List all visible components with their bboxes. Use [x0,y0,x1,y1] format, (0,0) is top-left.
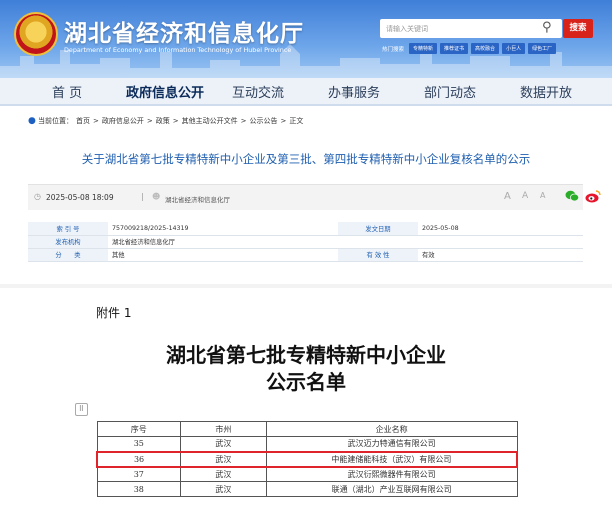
row-company: 中能建储能科技（武汉）有限公司 [265,450,518,468]
row-city: 武汉 [180,436,267,452]
table-row: 38 武汉 联通（湖北）产业互联网有限公司 [96,481,518,497]
breadcrumb-item[interactable]: 政策 [156,116,170,126]
hot-tag[interactable]: 绿色工厂 [528,43,557,54]
location-pin-icon: ● [28,115,36,126]
breadcrumb: ● 当前位置： 首页 > 政府信息公开 > 政策 > 其他主动公开文件 > 公示… [28,116,303,126]
table-handle-icon[interactable]: ⠿ [75,403,88,416]
font-medium-button[interactable]: A [522,191,528,201]
index-label: 索 引 号 [28,222,108,236]
breadcrumb-separator: > [93,117,99,125]
breadcrumb-separator: > [172,117,179,125]
nav-item-gov-info[interactable]: 政府信息公开 [126,82,204,101]
breadcrumb-item[interactable]: 首页 [76,116,90,126]
category-label: 分 类 [28,248,108,262]
user-icon: ☻ [152,192,161,201]
article-title: 关于湖北省第七批专精特新中小企业及第三批、第四批专精特新中小企业复核名单的公示 [81,152,531,166]
row-company: 武汉迈力特通信有限公司 [265,436,518,452]
breadcrumb-separator: > [146,117,153,125]
site-title: 湖北省经济和信息化厅 [64,21,304,47]
document-info-table: 索 引 号 757009218/2025-14319 发文日期 2025-05-… [28,222,583,262]
row-number: 37 [96,466,182,482]
date-label: 发文日期 [338,222,418,236]
breadcrumb-separator: > [280,117,287,125]
attachment-label: 附件 1 [96,306,132,320]
wechat-icon[interactable] [565,190,579,202]
validity-label: 有 效 性 [338,248,418,262]
divider [0,284,612,288]
weibo-icon[interactable] [585,189,601,203]
main-nav: 首 页 政府信息公开 互动交流 办事服务 部门动态 数据开放 [0,78,612,106]
table-row: 37 武汉 武汉衍熙微器件有限公司 [96,466,518,482]
row-number: 36 [96,450,182,468]
document-title: 公示名单 [266,370,346,394]
hot-tag[interactable]: 推荐证书 [440,43,469,54]
nav-item-interaction[interactable]: 互动交流 [232,82,284,101]
enterprise-list-table: 序号 市州 企业名称 35 武汉 武汉迈力特通信有限公司 36 武汉 中能建储能… [96,421,518,497]
column-header: 企业名称 [265,421,518,437]
hot-tag[interactable]: 高校融合 [471,43,500,54]
table-row: 35 武汉 武汉迈力特通信有限公司 [96,436,518,452]
nav-item-services[interactable]: 办事服务 [328,82,380,101]
hot-tag[interactable]: 专精特新 [409,43,438,54]
article-meta-bar: ◷ 2025-05-08 18:09 | ☻ 湖北省经济和信息化厅 A A A [28,184,601,210]
row-company: 联通（湖北）产业互联网有限公司 [265,481,518,497]
nav-item-open-data[interactable]: 数据开放 [520,82,572,101]
search-input[interactable]: 请输入关键词 [380,19,562,38]
date-value: 2025-05-08 [418,222,583,236]
breadcrumb-item[interactable]: 其他主动公开文件 [182,116,238,126]
site-subtitle: Department of Economy and Information Te… [64,46,292,54]
row-number: 38 [96,481,182,497]
table-header-row: 序号 市州 企业名称 [96,421,518,437]
publish-date: 2025-05-08 18:09 [46,193,114,202]
org-value: 湖北省经济和信息化厅 [108,235,583,249]
divider: | [141,192,144,201]
search-icon[interactable]: ⚲ [542,20,558,36]
row-city: 武汉 [180,481,267,497]
hot-tag[interactable]: 小巨人 [502,43,526,54]
font-small-button[interactable]: A [540,191,545,200]
hot-search: 热门搜索 专精特新 推荐证书 高校融合 小巨人 绿色工厂 [382,43,557,54]
search-button[interactable]: 搜索 [563,19,593,38]
breadcrumb-item: 正文 [289,117,304,125]
category-value: 其他 [108,248,338,262]
publisher: 湖北省经济和信息化厅 [165,196,230,204]
nav-item-home[interactable]: 首 页 [52,82,82,101]
row-city: 武汉 [180,466,267,482]
column-header: 序号 [96,421,182,437]
clock-icon: ◷ [34,192,41,201]
column-header: 市州 [180,421,267,437]
row-city: 武汉 [180,450,267,468]
index-value: 757009218/2025-14319 [108,222,338,236]
table-row-highlighted: 36 武汉 中能建储能科技（武汉）有限公司 [96,450,518,468]
validity-value: 有效 [418,248,583,262]
breadcrumb-separator: > [240,117,247,125]
row-company: 武汉衍熙微器件有限公司 [265,466,518,482]
site-header: ★ 湖北省经济和信息化厅 Department of Economy and I… [0,0,612,78]
breadcrumb-prefix: 当前位置： [38,117,73,125]
breadcrumb-item[interactable]: 政府信息公开 [102,116,144,126]
document-title: 湖北省第七批专精特新中小企业 [166,343,446,367]
org-label: 发布机构 [28,235,108,249]
nav-item-news[interactable]: 部门动态 [424,82,476,101]
breadcrumb-item[interactable]: 公示公告 [250,116,278,126]
row-number: 35 [96,436,182,452]
hot-search-label: 热门搜索 [382,46,405,53]
national-emblem-icon: ★ [14,12,58,56]
font-large-button[interactable]: A [504,191,511,202]
